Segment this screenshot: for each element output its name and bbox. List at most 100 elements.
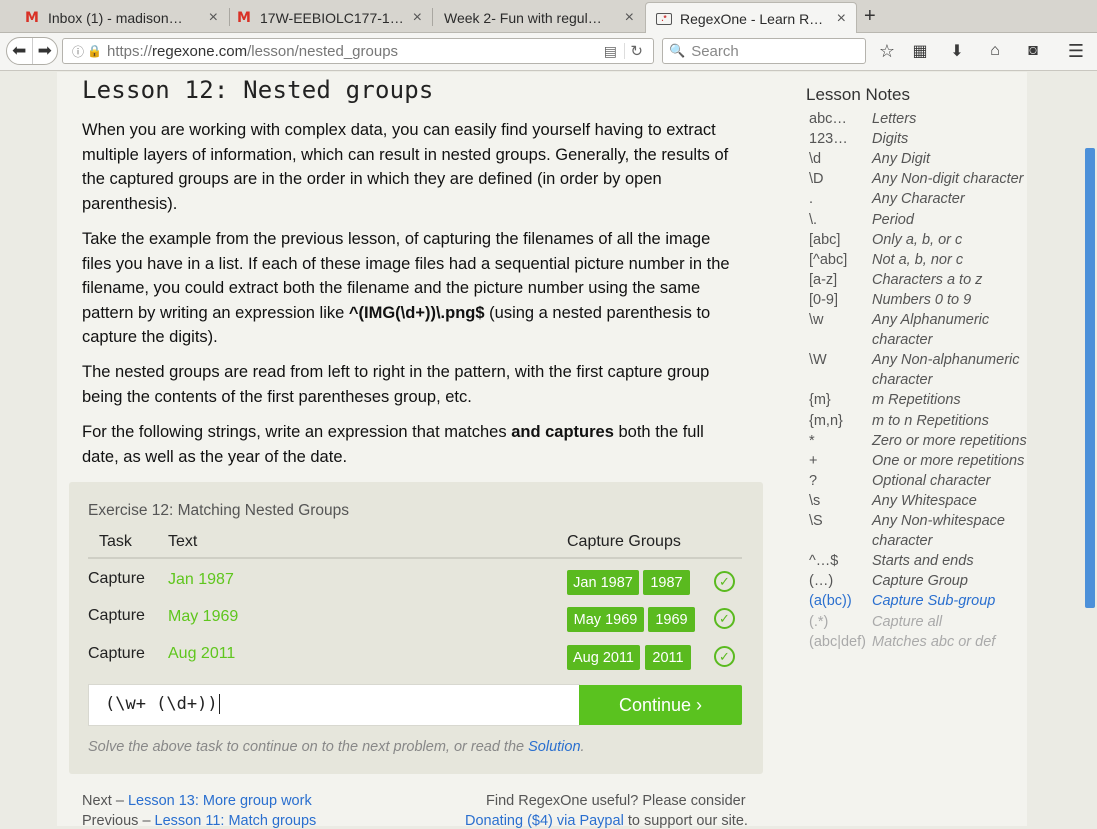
note-description: Optional character — [872, 473, 991, 489]
note-description: Matches abc or def — [872, 634, 996, 650]
lesson-note-item: (a(bc)) Capture Sub-group — [809, 591, 1029, 611]
url-host: regexone.com — [152, 42, 248, 60]
note-description: Period — [872, 212, 914, 228]
next-lesson-link[interactable]: Lesson 13: More group work — [128, 793, 312, 809]
regex-input-value: (\w+ (\d+)) — [105, 694, 218, 714]
header-text: Text — [168, 533, 198, 550]
library-icon[interactable]: ▦ — [910, 41, 930, 61]
close-icon[interactable]: × — [209, 9, 218, 27]
donate-line: Donating ($4) via Paypal to support our … — [465, 813, 748, 829]
scrollbar[interactable] — [1083, 72, 1097, 826]
lesson-note-item: \S Any Non-whitespace character — [809, 511, 1029, 551]
tab-title: RegexOne - Learn R… — [680, 10, 824, 27]
lock-icon[interactable]: 🔒 — [87, 44, 102, 58]
header-task: Task — [99, 533, 132, 550]
donate-tail: to support our site. — [623, 813, 748, 829]
lesson-note-item: . Any Character — [809, 189, 1029, 209]
note-key: ^…$ — [809, 553, 839, 569]
reload-icon[interactable]: ↻ — [630, 42, 643, 60]
note-description: Characters a to z — [872, 272, 983, 288]
capture-group-pill: Aug 2011 — [567, 645, 640, 670]
tab-title: Week 2- Fun with regul… — [444, 10, 602, 26]
paragraph-order: The nested groups are read from left to … — [82, 363, 710, 406]
note-key: {m,n} — [809, 413, 843, 429]
url-path: /lesson/nested_groups — [247, 42, 399, 60]
row-task: Capture — [88, 607, 145, 624]
info-icon[interactable]: ⓘ — [69, 43, 87, 60]
lesson-note-item: \s Any Whitespace — [809, 491, 1029, 511]
note-description: Capture all — [872, 614, 943, 630]
url-divider — [624, 43, 625, 59]
lesson-title: Lesson 12: Nested groups — [82, 76, 434, 104]
previous-lesson-link[interactable]: Lesson 11: Match groups — [155, 813, 317, 829]
paragraph-intro: When you are working with complex data, … — [82, 121, 729, 213]
note-key: (abc|def) — [809, 634, 866, 650]
header-divider — [88, 557, 742, 559]
lesson-note-item: 123… Digits — [809, 129, 1029, 149]
lesson-note-item: \w Any Alphanumeric character — [809, 310, 1029, 350]
search-placeholder: Search — [691, 42, 739, 60]
support-text: Find RegexOne useful? Please consider — [486, 793, 746, 809]
close-icon[interactable]: × — [625, 9, 634, 27]
check-icon: ✓ — [714, 646, 735, 667]
row-task: Capture — [88, 570, 145, 587]
gmail-icon: M — [25, 10, 39, 26]
example-pattern: ^(IMG(\d+))\.png$ — [348, 303, 485, 322]
lesson-note-item: \W Any Non-alphanumeric character — [809, 350, 1029, 390]
lesson-note-item: ^…$ Starts and ends — [809, 551, 1029, 571]
lesson-note-item: (.*) Capture all — [809, 612, 1029, 632]
url-bar[interactable]: ⓘ 🔒 https://regexone.com/lesson/nested_g… — [62, 38, 654, 64]
bookmark-star-icon[interactable]: ☆ — [877, 41, 897, 61]
paragraph-example: Take the example from the previous lesso… — [82, 227, 742, 350]
back-icon[interactable]: ⬅ — [7, 38, 32, 64]
tab-regexone[interactable]: .* RegexOne - Learn R… × — [645, 2, 857, 34]
note-description: Only a, b, or c — [872, 232, 963, 248]
tab-gmail-course[interactable]: M 17W-EEBIOLC177-1:… × — [226, 3, 432, 33]
note-key: (a(bc)) — [809, 593, 852, 609]
hint-text: Solve the above task to continue on to t… — [88, 739, 529, 755]
continue-button[interactable]: Continue › — [579, 685, 742, 725]
note-key: \W — [809, 352, 827, 368]
note-description: m to n Repetitions — [872, 413, 989, 429]
note-key: [0-9] — [809, 292, 839, 308]
scrollbar-thumb[interactable] — [1085, 148, 1095, 608]
row-text: May 1969 — [168, 608, 239, 625]
note-key: \s — [809, 493, 821, 509]
forward-icon[interactable]: ➡ — [31, 38, 58, 64]
close-icon[interactable]: × — [413, 9, 422, 27]
note-description: Any Alphanumeric character — [872, 312, 990, 348]
lesson-note-item: ? Optional character — [809, 471, 1029, 491]
note-description: m Repetitions — [872, 392, 961, 408]
solution-link[interactable]: Solution — [528, 739, 580, 755]
note-key: 123… — [809, 131, 848, 147]
home-icon[interactable]: ⌂ — [985, 41, 1005, 61]
capture-group-pill: May 1969 — [567, 607, 644, 632]
note-description: Starts and ends — [872, 553, 974, 569]
reader-view-icon[interactable]: ▤ — [604, 43, 617, 60]
menu-icon[interactable]: ☰ — [1066, 41, 1086, 61]
next-label: Next – — [82, 793, 128, 809]
lesson-note-item: \D Any Non-digit character — [809, 169, 1029, 189]
pocket-icon[interactable]: ◙ — [1023, 41, 1043, 61]
new-tab-button[interactable]: + — [864, 5, 876, 28]
search-input[interactable]: 🔍 Search — [662, 38, 866, 64]
note-key: \D — [809, 171, 824, 187]
lesson-note-item: [a-z] Characters a to z — [809, 270, 1029, 290]
tab-gmail-inbox[interactable]: M Inbox (1) - madison… × — [14, 3, 228, 33]
tab-title: 17W-EEBIOLC177-1:… — [260, 10, 405, 26]
regex-input[interactable]: (\w+ (\d+))​ — [88, 684, 580, 726]
note-key: \S — [809, 513, 823, 529]
note-description: Any Non-whitespace character — [872, 513, 1005, 549]
paragraph-task: For the following strings, write an expr… — [82, 420, 742, 469]
donate-link[interactable]: Donating ($4) via Paypal — [465, 813, 624, 829]
tab-week2[interactable]: Week 2- Fun with regul… × — [434, 3, 644, 33]
next-lesson: Next – Lesson 13: More group work — [82, 793, 312, 809]
download-icon[interactable]: ⬇ — [947, 41, 967, 61]
note-description: Any Non-alphanumeric character — [872, 352, 1020, 388]
search-icon: 🔍 — [669, 43, 686, 58]
lesson-note-item: + One or more repetitions — [809, 451, 1029, 471]
note-key: \d — [809, 151, 822, 167]
note-description: Any Character — [872, 191, 965, 207]
close-icon[interactable]: × — [837, 10, 846, 28]
url-scheme: https:// — [107, 42, 153, 60]
